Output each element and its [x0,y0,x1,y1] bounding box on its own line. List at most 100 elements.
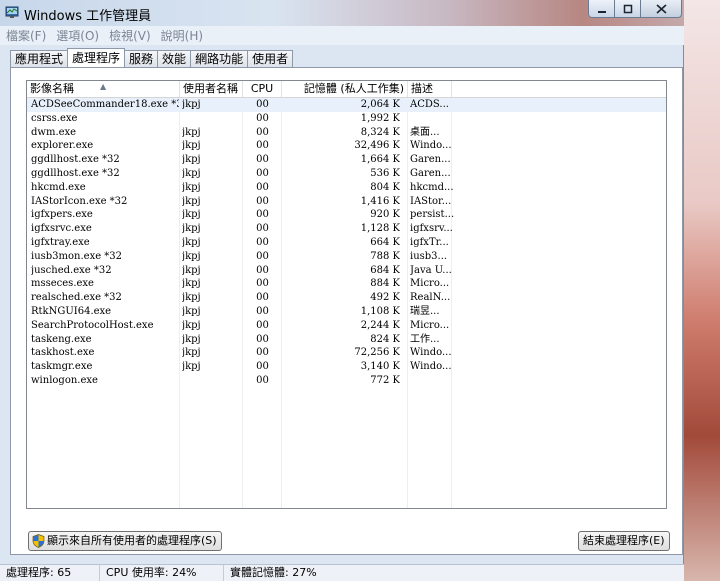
cpu-cell: 00 [256,333,269,345]
tab-processes[interactable]: 處理程序 [67,48,126,67]
menu-options[interactable]: 選項(O) [56,27,99,44]
table-row[interactable]: ggdllhost.exe *32 jkpj 00 536 K Garen... [27,167,666,181]
memory-cell: 3,140 K [360,361,400,373]
description-cell: igfxsrv... [410,223,453,235]
column-header-label: 影像名稱 [30,82,74,95]
table-row[interactable]: realsched.exe *32 jkpj 00 492 K RealN... [27,291,666,305]
maximize-button[interactable] [614,0,641,18]
memory-cell: 72,256 K [354,347,400,359]
close-button[interactable] [640,0,682,18]
user-name-cell: jkpj [182,154,201,166]
menu-bar: 檔案(F) 選項(O) 檢視(V) 說明(H) [0,26,684,45]
menu-file[interactable]: 檔案(F) [6,27,46,44]
process-name-cell: igfxtray.exe [31,236,90,248]
description-cell: Micro... [410,319,450,331]
table-row[interactable]: winlogon.exe 00 772 K [27,374,666,388]
cpu-cell: 00 [256,305,269,317]
process-rows: ACDSeeCommander18.exe *32 jkpj 00 2,064 K AC… [27,98,666,388]
status-bar: 處理程序: 65 CPU 使用率: 24% 實體記憶體: 27% [0,564,684,581]
description-cell: Windo... [410,347,452,359]
table-row[interactable]: ACDSeeCommander18.exe *32 jkpj 00 2,064 K AC… [27,98,666,112]
table-row[interactable]: hkcmd.exe jkpj 00 804 K hkcmd... [27,181,666,195]
table-row[interactable]: msseces.exe jkpj 00 884 K Micro... [27,277,666,291]
tab-networking[interactable]: 網路功能 [190,50,249,67]
menu-help[interactable]: 說明(H) [161,27,203,44]
desktop-wallpaper [684,0,720,581]
memory-cell: 1,992 K [360,112,400,124]
table-row[interactable]: csrss.exe 00 1,992 K [27,112,666,126]
cpu-cell: 00 [256,126,269,138]
cpu-cell: 00 [256,195,269,207]
minimize-icon [597,10,606,13]
cpu-cell: 00 [256,181,269,193]
show-all-users-button[interactable]: 顯示來自所有使用者的處理程序(S) [28,531,222,551]
column-header-user-name[interactable]: 使用者名稱 [180,81,243,97]
table-row[interactable]: taskeng.exe jkpj 00 824 K 工作... [27,333,666,347]
memory-cell: 1,664 K [360,154,400,166]
minimize-button[interactable] [588,0,615,18]
cpu-cell: 00 [256,209,269,221]
column-header-image-name[interactable]: 影像名稱 ▲ [27,81,180,97]
table-row[interactable]: explorer.exe jkpj 00 32,496 K Windo... [27,139,666,153]
memory-cell: 664 K [370,236,400,248]
user-name-cell: jkpj [182,140,201,152]
uac-shield-icon [32,534,45,548]
description-cell: Garen... [410,154,451,166]
table-row[interactable]: ggdllhost.exe *32 jkpj 00 1,664 K Garen... [27,153,666,167]
process-name-cell: msseces.exe [31,278,94,290]
description-cell: IAStor... [410,195,452,207]
window-title: Windows 工作管理員 [24,9,152,24]
title-bar[interactable]: Windows 工作管理員 [0,0,684,26]
table-row[interactable]: iusb3mon.exe *32 jkpj 00 788 K iusb3... [27,250,666,264]
description-cell: Micro... [410,278,450,290]
table-row[interactable]: igfxpers.exe jkpj 00 920 K persist... [27,208,666,222]
tab-applications[interactable]: 應用程式 [10,50,69,67]
end-process-button[interactable]: 結束處理程序(E) [578,531,670,551]
table-row[interactable]: taskmgr.exe jkpj 00 3,140 K Windo... [27,360,666,374]
memory-cell: 772 K [370,374,400,386]
column-header-memory[interactable]: 記憶體 (私人工作集) [282,81,408,97]
user-name-cell: jkpj [182,264,201,276]
user-name-cell: jkpj [182,99,201,110]
table-row[interactable]: igfxsrvc.exe jkpj 00 1,128 K igfxsrv... [27,222,666,236]
tab-users[interactable]: 使用者 [247,50,294,67]
tab-services[interactable]: 服務 [124,50,159,67]
column-header-description[interactable]: 描述 [408,81,452,97]
cpu-cell: 00 [256,361,269,373]
table-row[interactable]: dwm.exe jkpj 00 8,324 K 桌面... [27,126,666,140]
user-name-cell: jkpj [182,347,201,359]
user-name-cell: jkpj [182,195,201,207]
user-name-cell: jkpj [182,333,201,345]
process-list[interactable]: 影像名稱 ▲ 使用者名稱 CPU 記憶體 (私人工作集) 描述 ACDSeeCo… [26,80,667,509]
memory-cell: 1,108 K [360,305,400,317]
description-cell: 工作... [410,333,440,345]
table-row[interactable]: IAStorIcon.exe *32 jkpj 00 1,416 K IAStor... [27,195,666,209]
task-manager-icon [5,6,19,18]
cpu-cell: 00 [256,319,269,331]
cpu-cell: 00 [256,99,269,110]
process-name-cell: hkcmd.exe [31,181,86,193]
process-name-cell: realsched.exe *32 [31,292,122,304]
table-row[interactable]: jusched.exe *32 jkpj 00 684 K Java U... [27,264,666,278]
table-row[interactable]: SearchProtocolHost.exe jkpj 00 2,244 K Micro… [27,319,666,333]
memory-cell: 492 K [370,292,400,304]
process-name-cell: ACDSeeCommander18.exe *32 [31,99,179,110]
cpu-cell: 00 [256,236,269,248]
column-header-cpu[interactable]: CPU [243,81,282,97]
memory-cell: 1,416 K [360,195,400,207]
menu-view[interactable]: 檢視(V) [109,27,151,44]
description-cell: Java U... [410,264,452,276]
memory-cell: 920 K [370,209,400,221]
process-name-cell: SearchProtocolHost.exe [31,319,154,331]
cpu-cell: 00 [256,250,269,262]
description-cell: Windo... [410,361,452,373]
table-row[interactable]: igfxtray.exe jkpj 00 664 K igfxTr... [27,236,666,250]
cpu-cell: 00 [256,223,269,235]
user-name-cell: jkpj [182,223,201,235]
tab-performance[interactable]: 效能 [157,50,192,67]
table-row[interactable]: taskhost.exe jkpj 00 72,256 K Windo... [27,346,666,360]
user-name-cell: jkpj [182,305,201,317]
process-name-cell: IAStorIcon.exe *32 [31,195,128,207]
table-row[interactable]: RtkNGUI64.exe jkpj 00 1,108 K 瑞昱... [27,305,666,319]
process-name-cell: taskmgr.exe [31,361,93,373]
